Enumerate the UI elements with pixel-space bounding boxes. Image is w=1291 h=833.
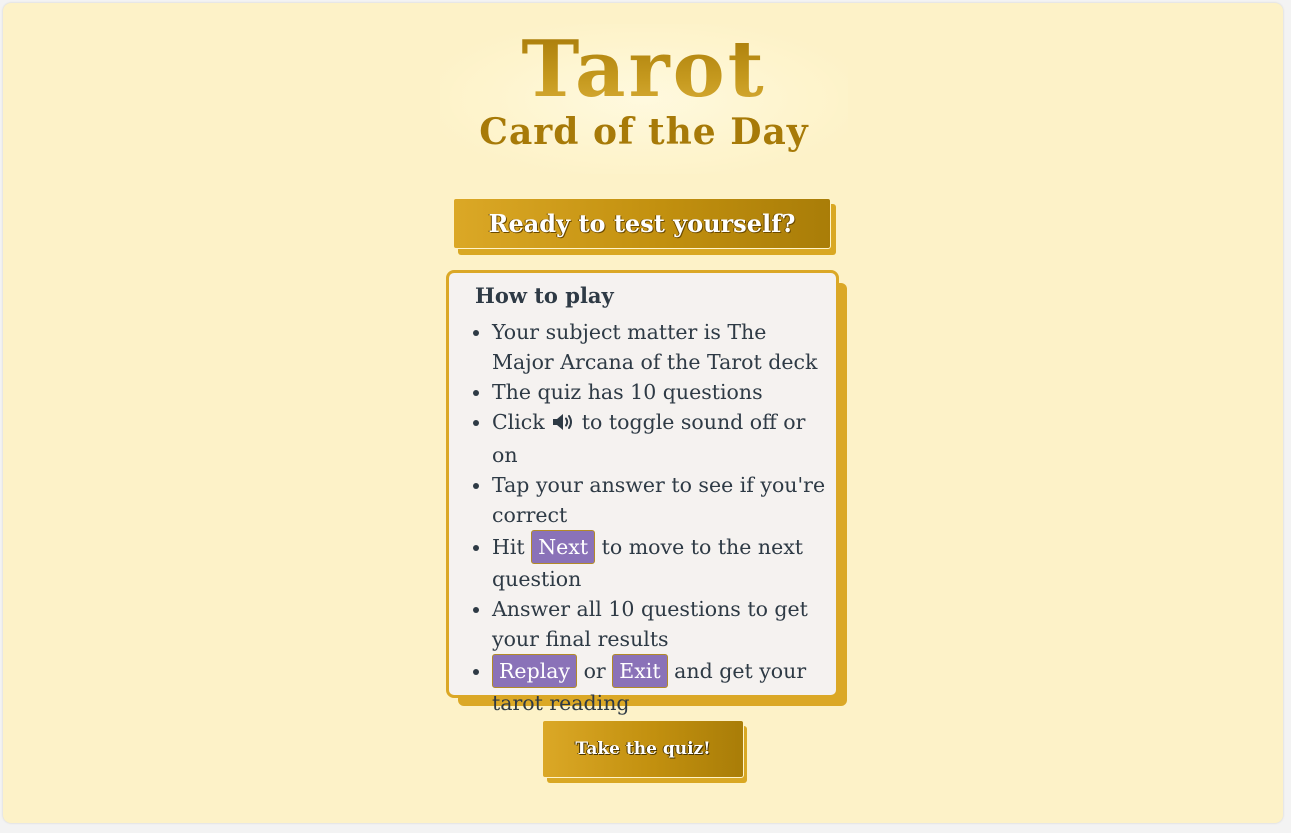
list-item-text: Answer all 10 questions to get your fina…	[492, 597, 808, 651]
exit-pill: Exit	[612, 654, 668, 688]
ready-banner: Ready to test yourself?	[453, 198, 831, 249]
list-item-text: The quiz has 10 questions	[492, 380, 763, 404]
list-item-text: Hit	[492, 535, 525, 559]
list-item: Hit Next to move to the next question	[492, 530, 832, 594]
list-item-text: Your subject matter is The Major Arcana …	[492, 320, 818, 374]
howto-list: Your subject matter is The Major Arcana …	[449, 317, 836, 718]
list-item: Answer all 10 questions to get your fina…	[492, 594, 832, 654]
list-item: Tap your answer to see if you're correct	[492, 470, 832, 530]
list-item: Your subject matter is The Major Arcana …	[492, 317, 832, 377]
list-item: Click to toggle sound off or on	[492, 407, 832, 470]
replay-pill: Replay	[492, 654, 578, 688]
list-item-text: or	[583, 659, 606, 683]
list-item-text: Tap your answer to see if you're correct	[492, 473, 826, 527]
app-logo: Tarot Card of the Day	[440, 24, 848, 174]
next-pill: Next	[531, 530, 596, 564]
howto-heading: How to play	[475, 283, 614, 308]
speaker-icon	[551, 410, 575, 440]
list-item-text: Click	[492, 410, 545, 434]
list-item: Replay or Exit and get your tarot readin…	[492, 654, 832, 718]
take-quiz-button[interactable]: Take the quiz!	[542, 720, 744, 778]
howto-card: How to play Your subject matter is The M…	[446, 270, 839, 715]
list-item: The quiz has 10 questions	[492, 377, 832, 407]
logo-title: Tarot	[440, 28, 848, 112]
logo-subtitle: Card of the Day	[479, 111, 809, 153]
